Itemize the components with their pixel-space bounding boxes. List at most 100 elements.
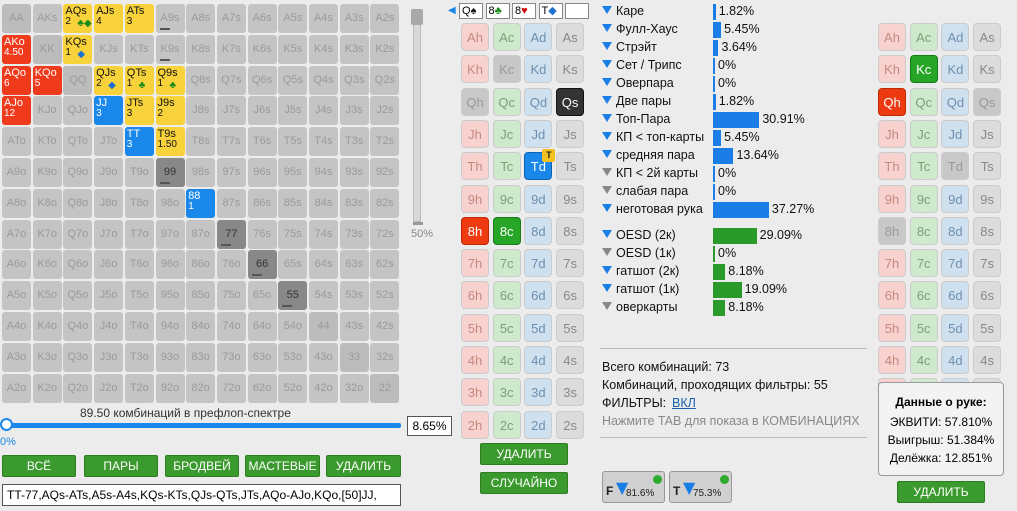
range-cell-93o[interactable]: 93o <box>155 342 185 372</box>
range-cell-K2s[interactable]: K2s <box>370 34 400 64</box>
hand-card-Jh[interactable]: Jh <box>878 119 906 148</box>
range-cell-Q8o[interactable]: Q8o <box>63 188 93 218</box>
range-cell-Q2s[interactable]: Q2s <box>370 65 400 95</box>
range-cell-A8s[interactable]: A8s <box>186 4 216 33</box>
range-cell-T2o[interactable]: T2o <box>124 373 154 403</box>
range-cell-KK[interactable]: KK <box>32 34 62 64</box>
filter-icon[interactable] <box>602 168 612 176</box>
range-cell-KTs[interactable]: KTs <box>124 34 154 64</box>
range-cell-83s[interactable]: 83s <box>339 188 369 218</box>
range-cell-52o[interactable]: 52o <box>278 373 308 403</box>
range-cell-A6o[interactable]: A6o <box>2 250 31 280</box>
board-card-6c[interactable]: 6c <box>492 281 521 310</box>
range-cell-T5s[interactable]: T5s <box>278 127 308 157</box>
board-card-6s[interactable]: 6s <box>556 281 585 310</box>
board-card-6h[interactable]: 6h <box>461 281 489 310</box>
range-cell-J2o[interactable]: J2o <box>94 373 124 403</box>
filter-icon[interactable] <box>602 186 612 194</box>
range-cell-82o[interactable]: 82o <box>186 373 216 403</box>
range-cell-A8o[interactable]: A8o <box>2 188 31 218</box>
range-cell-97s[interactable]: 97s <box>216 158 246 187</box>
range-cell-A5o[interactable]: A5o <box>2 281 31 311</box>
range-cell-94s[interactable]: 94s <box>309 158 338 187</box>
range-cell-A3s[interactable]: A3s <box>339 4 369 33</box>
hand-card-9h[interactable]: 9h <box>878 184 906 213</box>
range-cell-94o[interactable]: 94o <box>155 312 185 341</box>
range-cell-K5s[interactable]: K5s <box>278 34 308 64</box>
board-card-Qs[interactable]: Qs <box>556 87 585 116</box>
all-button[interactable]: ВСЁ <box>2 455 76 477</box>
hand-card-Ts[interactable]: Ts <box>973 152 1002 181</box>
range-cell-76s[interactable]: 76s <box>247 219 277 249</box>
hand-card-Ac[interactable]: Ac <box>909 23 938 51</box>
board-slot-1[interactable]: Q♠ <box>459 3 483 19</box>
board-card-Ah[interactable]: Ah <box>461 23 489 51</box>
range-cell-T2s[interactable]: T2s <box>370 127 400 157</box>
vertical-slider-track[interactable] <box>413 12 421 222</box>
hand-card-Kc[interactable]: Kc <box>909 55 938 84</box>
vertical-slider-thumb[interactable] <box>411 9 423 25</box>
hand-card-Jd[interactable]: Jd <box>941 119 970 148</box>
range-cell-85o[interactable]: 85o <box>186 281 216 311</box>
range-cell-96o[interactable]: 96o <box>155 250 185 280</box>
range-cell-T7o[interactable]: T7o <box>124 219 154 249</box>
filter-icon[interactable] <box>602 150 612 158</box>
range-cell-A6s[interactable]: A6s <box>247 4 277 33</box>
range-cell-84o[interactable]: 84o <box>186 312 216 341</box>
broadway-button[interactable]: БРОДВЕЙ <box>165 455 239 477</box>
range-cell-A9s[interactable]: A9s <box>155 4 185 33</box>
range-cell-84s[interactable]: 84s <box>309 188 338 218</box>
range-slider-thumb[interactable] <box>0 418 13 431</box>
range-cell-62s[interactable]: 62s <box>370 250 400 280</box>
range-cell-K5o[interactable]: K5o <box>32 281 62 311</box>
range-cell-92s[interactable]: 92s <box>370 158 400 187</box>
range-cell-KQs[interactable]: KQs 1 ◆ <box>63 34 93 64</box>
hand-card-Qh[interactable]: Qh <box>878 87 906 116</box>
range-cell-Q3s[interactable]: Q3s <box>339 65 369 95</box>
range-cell-K9s[interactable]: K9s <box>155 34 185 64</box>
range-cell-A2o[interactable]: A2o <box>2 373 31 403</box>
range-cell-Q5o[interactable]: Q5o <box>63 281 93 311</box>
range-cell-J3s[interactable]: J3s <box>339 96 369 126</box>
range-cell-J6o[interactable]: J6o <box>94 250 124 280</box>
board-card-Ts[interactable]: Ts <box>556 152 585 181</box>
range-cell-J5o[interactable]: J5o <box>94 281 124 311</box>
range-cell-76o[interactable]: 76o <box>216 250 246 280</box>
board-card-2s[interactable]: 2s <box>556 410 585 439</box>
range-cell-J6s[interactable]: J6s <box>247 96 277 126</box>
range-cell-Q2o[interactable]: Q2o <box>63 373 93 403</box>
range-cell-63o[interactable]: 63o <box>247 342 277 372</box>
range-cell-JJ[interactable]: JJ 3 <box>94 96 124 126</box>
board-card-5d[interactable]: 5d <box>524 313 553 342</box>
range-cell-66[interactable]: 66 <box>247 250 277 280</box>
range-cell-J7s[interactable]: J7s <box>216 96 246 126</box>
board-card-Kd[interactable]: Kd <box>524 55 553 84</box>
range-cell-Q8s[interactable]: Q8s <box>186 65 216 95</box>
hand-card-5d[interactable]: 5d <box>941 313 970 342</box>
hand-card-7d[interactable]: 7d <box>941 249 970 278</box>
range-cell-K8o[interactable]: K8o <box>32 188 62 218</box>
range-cell-72s[interactable]: 72s <box>370 219 400 249</box>
board-card-Qc[interactable]: Qc <box>492 87 521 116</box>
range-cell-AKs[interactable]: AKs <box>32 4 62 33</box>
board-card-9d[interactable]: 9d <box>524 184 553 213</box>
range-cell-98o[interactable]: 98o <box>155 188 185 218</box>
range-cell-Q9o[interactable]: Q9o <box>63 158 93 187</box>
range-cell-53s[interactable]: 53s <box>339 281 369 311</box>
range-cell-22[interactable]: 22 <box>370 373 400 403</box>
board-card-7c[interactable]: 7c <box>492 249 521 278</box>
board-card-Kc[interactable]: Kc <box>492 55 521 84</box>
range-cell-98s[interactable]: 98s <box>186 158 216 187</box>
range-cell-A4s[interactable]: A4s <box>309 4 338 33</box>
range-cell-74o[interactable]: 74o <box>216 312 246 341</box>
range-cell-Q6o[interactable]: Q6o <box>63 250 93 280</box>
hand-card-8h[interactable]: 8h <box>878 216 906 245</box>
hand-card-Ad[interactable]: Ad <box>941 23 970 51</box>
range-cell-K3s[interactable]: K3s <box>339 34 369 64</box>
board-card-7h[interactable]: 7h <box>461 249 489 278</box>
range-cell-33[interactable]: 33 <box>339 342 369 372</box>
board-card-3c[interactable]: 3c <box>492 378 521 407</box>
range-cell-74s[interactable]: 74s <box>309 219 338 249</box>
suited-button[interactable]: МАСТЕВЫЕ <box>245 455 320 477</box>
range-cell-83o[interactable]: 83o <box>186 342 216 372</box>
